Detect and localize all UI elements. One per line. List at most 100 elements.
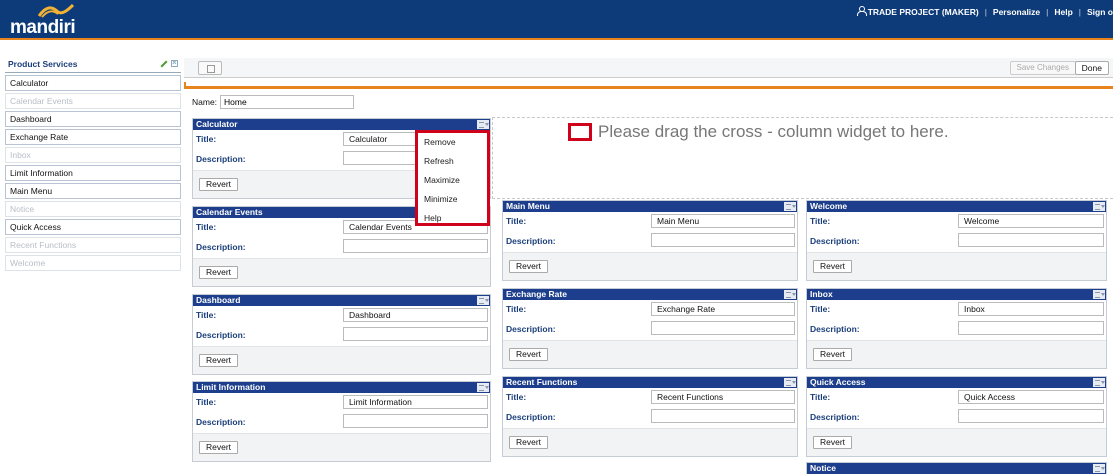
widget-recent-functions[interactable]: Recent Functions Title: Recent Functions De… [502, 376, 798, 457]
revert-button[interactable]: Revert [199, 354, 239, 367]
title-field[interactable]: Limit Information [343, 395, 488, 409]
sidebar-item[interactable]: Recent Functions [5, 237, 181, 253]
close-icon[interactable] [171, 58, 178, 67]
mandiri-logo[interactable]: mandiri [10, 4, 90, 38]
context-menu-item-refresh[interactable]: Refresh [418, 152, 487, 171]
description-label: Description: [810, 412, 860, 422]
widget-menu-icon[interactable] [784, 378, 796, 387]
drop-zone[interactable]: Please drag the cross - column widget to… [492, 117, 1113, 199]
sidebar-item[interactable]: Exchange Rate [5, 129, 181, 145]
page-name-input[interactable] [220, 95, 355, 109]
sidebar-item[interactable]: Quick Access [5, 219, 181, 235]
description-field[interactable] [958, 409, 1104, 423]
widget-quick-access[interactable]: Quick Access Title: Quick Access Descriptio… [806, 376, 1107, 457]
description-field[interactable] [651, 409, 795, 423]
widget-inbox[interactable]: Inbox Title: Inbox Description: Revert [806, 288, 1107, 369]
revert-button[interactable]: Revert [509, 436, 549, 449]
title-field[interactable]: Inbox [958, 302, 1104, 316]
drop-zone-text: Please drag the cross - column widget to… [598, 122, 949, 141]
widget-footer: Revert [503, 252, 797, 280]
widget-header[interactable]: Inbox [807, 289, 1106, 300]
widget-menu-icon[interactable] [477, 296, 489, 305]
description-label: Description: [196, 330, 246, 340]
panel-title: Product Services [8, 59, 78, 69]
title-field[interactable]: Quick Access [958, 390, 1104, 404]
description-field[interactable] [958, 321, 1104, 335]
widget-footer: Revert [193, 346, 490, 374]
revert-button[interactable]: Revert [509, 348, 549, 361]
widget-menu-icon[interactable] [477, 383, 489, 392]
description-field[interactable] [343, 414, 488, 428]
user-menu[interactable]: TRADE PROJECT (MAKER) [856, 6, 979, 17]
done-button[interactable]: Done [1074, 61, 1109, 75]
revert-button[interactable]: Revert [199, 441, 239, 454]
context-menu-item-help[interactable]: Help [418, 209, 487, 228]
widget-menu-icon[interactable] [784, 290, 796, 299]
drop-marker [568, 123, 592, 141]
layout-button[interactable] [198, 61, 222, 75]
description-field[interactable] [343, 327, 488, 341]
widget-title: Main Menu [506, 201, 550, 211]
widget-limit-information[interactable]: Limit Information Title: Limit Information… [192, 381, 491, 462]
sidebar-item[interactable]: Notice [5, 201, 181, 217]
edit-icon[interactable] [159, 60, 167, 68]
save-changes-button[interactable]: Save Changes [1009, 61, 1076, 75]
widget-exchange-rate[interactable]: Exchange Rate Title: Exchange Rate Descript… [502, 288, 798, 369]
sidebar-item[interactable]: Calculator [5, 75, 181, 91]
revert-button[interactable]: Revert [199, 266, 239, 279]
widget-welcome[interactable]: Welcome Title: Welcome Description: Revert [806, 200, 1107, 281]
revert-button[interactable]: Revert [813, 436, 853, 449]
widget-header[interactable]: Calculator [193, 119, 490, 130]
widget-header[interactable]: Welcome [807, 201, 1106, 212]
context-menu-item-remove[interactable]: Remove [418, 133, 487, 152]
title-field[interactable]: Dashboard [343, 308, 488, 322]
widget-title: Calculator [196, 119, 238, 129]
widget-header[interactable]: Recent Functions [503, 377, 797, 388]
description-field[interactable] [651, 321, 795, 335]
widget-dashboard[interactable]: Dashboard Title: Dashboard Description: Reve… [192, 294, 491, 375]
help-link[interactable]: Help [1054, 7, 1072, 17]
widget-menu-icon[interactable] [1093, 464, 1105, 473]
context-menu-item-maximize[interactable]: Maximize [418, 171, 487, 190]
widget-header[interactable]: Dashboard [193, 295, 490, 306]
title-field[interactable]: Exchange Rate [651, 302, 795, 316]
toolbar: Save Changes Done [184, 58, 1113, 78]
revert-button[interactable]: Revert [813, 260, 853, 273]
description-label: Description: [810, 324, 860, 334]
widget-menu-icon[interactable] [1093, 290, 1105, 299]
widget-title: Quick Access [810, 377, 866, 387]
widget-header[interactable]: Quick Access [807, 377, 1106, 388]
description-field[interactable] [958, 233, 1104, 247]
sidebar-item[interactable]: Calendar Events [5, 93, 181, 109]
widget-main-menu[interactable]: Main Menu Title: Main Menu Description: Reve… [502, 200, 798, 281]
description-field[interactable] [343, 239, 488, 253]
widget-context-menu: Remove Refresh Maximize Minimize Help [415, 130, 490, 226]
context-menu-item-minimize[interactable]: Minimize [418, 190, 487, 209]
title-field[interactable]: Recent Functions [651, 390, 795, 404]
widget-footer: Revert [807, 252, 1106, 280]
revert-button[interactable]: Revert [509, 260, 549, 273]
title-field[interactable]: Main Menu [651, 214, 795, 228]
sidebar-item[interactable]: Limit Information [5, 165, 181, 181]
sidebar-item[interactable]: Dashboard [5, 111, 181, 127]
personalize-link[interactable]: Personalize [993, 7, 1040, 17]
widget-header[interactable]: Notice [807, 463, 1106, 474]
widget-header[interactable]: Limit Information [193, 382, 490, 393]
widget-menu-icon[interactable] [1093, 202, 1105, 211]
title-label: Title: [506, 304, 527, 314]
widget-menu-icon[interactable] [1093, 378, 1105, 387]
widget-footer: Revert [193, 433, 490, 461]
sidebar-item[interactable]: Main Menu [5, 183, 181, 199]
widget-header[interactable]: Exchange Rate [503, 289, 797, 300]
description-field[interactable] [651, 233, 795, 247]
widget-header[interactable]: Main Menu [503, 201, 797, 212]
sidebar-item[interactable]: Welcome [5, 255, 181, 271]
widget-notice[interactable]: Notice [806, 462, 1107, 474]
revert-button[interactable]: Revert [813, 348, 853, 361]
revert-button[interactable]: Revert [199, 178, 239, 191]
sign-out-link[interactable]: Sign o [1087, 7, 1113, 17]
sidebar-item[interactable]: Inbox [5, 147, 181, 163]
widget-menu-icon[interactable] [784, 202, 796, 211]
widget-menu-icon[interactable] [477, 120, 489, 129]
title-field[interactable]: Welcome [958, 214, 1104, 228]
